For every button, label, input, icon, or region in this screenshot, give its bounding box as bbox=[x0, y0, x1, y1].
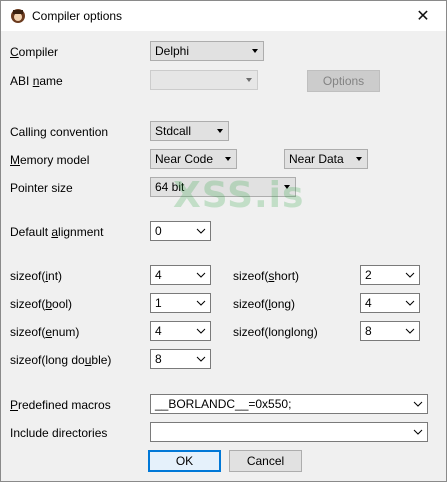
predefined-macros-value: __BORLANDC__=0x550; bbox=[155, 397, 292, 411]
close-button[interactable]: ✕ bbox=[400, 1, 446, 31]
compiler-select[interactable]: Delphi bbox=[150, 41, 264, 61]
sizeof-long-label: sizeof(long) bbox=[233, 297, 296, 311]
memory-model-data-value: Near Data bbox=[289, 152, 344, 166]
calling-convention-select[interactable]: Stdcall bbox=[150, 121, 229, 141]
sizeof-enum-select[interactable]: 4 bbox=[150, 321, 211, 341]
sizeof-longlong-value: 8 bbox=[365, 324, 372, 338]
chevron-down-icon bbox=[405, 300, 415, 306]
sizeof-long-double-select[interactable]: 8 bbox=[150, 349, 211, 369]
chevron-down-icon bbox=[252, 49, 258, 53]
chevron-down-icon bbox=[196, 300, 206, 306]
calling-convention-value: Stdcall bbox=[155, 124, 192, 138]
sizeof-bool-select[interactable]: 1 bbox=[150, 293, 211, 313]
chevron-down-icon bbox=[225, 157, 231, 161]
calling-convention-label: Calling convention bbox=[10, 125, 109, 139]
chevron-down-icon bbox=[217, 129, 223, 133]
abi-name-label: ABI name bbox=[10, 74, 63, 88]
chevron-down-icon bbox=[196, 328, 206, 334]
default-alignment-label: Default alignment bbox=[10, 225, 104, 239]
sizeof-long-value: 4 bbox=[365, 296, 372, 310]
pointer-size-value: 64 bit bbox=[155, 180, 185, 194]
chevron-down-icon bbox=[196, 356, 206, 362]
sizeof-enum-value: 4 bbox=[155, 324, 162, 338]
sizeof-longlong-select[interactable]: 8 bbox=[360, 321, 420, 341]
pointer-size-select[interactable]: 64 bit bbox=[150, 177, 296, 197]
sizeof-int-value: 4 bbox=[155, 268, 162, 282]
chevron-down-icon bbox=[413, 401, 423, 407]
default-alignment-value: 0 bbox=[155, 224, 162, 238]
sizeof-longlong-label: sizeof(longlong) bbox=[233, 325, 318, 339]
sizeof-long-double-value: 8 bbox=[155, 352, 162, 366]
chevron-down-icon bbox=[284, 185, 290, 189]
options-button[interactable]: Options bbox=[307, 70, 380, 92]
include-directories-label: Include directories bbox=[10, 426, 108, 440]
sizeof-bool-value: 1 bbox=[155, 296, 162, 310]
cancel-button[interactable]: Cancel bbox=[229, 450, 302, 472]
pointer-size-label: Pointer size bbox=[10, 181, 73, 195]
memory-model-label: Memory model bbox=[10, 153, 90, 167]
predefined-macros-label: Predefined macros bbox=[10, 398, 111, 412]
chevron-down-icon bbox=[246, 78, 252, 82]
include-directories-combo[interactable] bbox=[150, 422, 428, 442]
compiler-options-dialog: Compiler options ✕ Compiler Delphi ABI n… bbox=[0, 0, 447, 482]
chevron-down-icon bbox=[196, 272, 206, 278]
memory-model-code-value: Near Code bbox=[155, 152, 214, 166]
compiler-value: Delphi bbox=[155, 44, 190, 58]
sizeof-long-double-label: sizeof(long double) bbox=[10, 353, 112, 367]
memory-model-data-select[interactable]: Near Data bbox=[284, 149, 368, 169]
sizeof-long-select[interactable]: 4 bbox=[360, 293, 420, 313]
sizeof-bool-label: sizeof(bool) bbox=[10, 297, 73, 311]
close-icon: ✕ bbox=[416, 8, 430, 25]
title-bar: Compiler options ✕ bbox=[1, 1, 446, 31]
sizeof-short-select[interactable]: 2 bbox=[360, 265, 420, 285]
ok-button[interactable]: OK bbox=[148, 450, 221, 472]
default-alignment-select[interactable]: 0 bbox=[150, 221, 211, 241]
chevron-down-icon bbox=[413, 429, 423, 435]
sizeof-short-value: 2 bbox=[365, 268, 372, 282]
predefined-macros-combo[interactable]: __BORLANDC__=0x550; bbox=[150, 394, 428, 414]
compiler-label: Compiler bbox=[10, 45, 59, 59]
chevron-down-icon bbox=[405, 272, 415, 278]
sizeof-int-select[interactable]: 4 bbox=[150, 265, 211, 285]
memory-model-code-select[interactable]: Near Code bbox=[150, 149, 237, 169]
abi-name-select[interactable] bbox=[150, 70, 258, 90]
chevron-down-icon bbox=[405, 328, 415, 334]
chevron-down-icon bbox=[196, 228, 206, 234]
chevron-down-icon bbox=[356, 157, 362, 161]
sizeof-int-label: sizeof(int) bbox=[10, 269, 63, 283]
app-icon bbox=[11, 9, 25, 23]
window-title: Compiler options bbox=[32, 9, 123, 23]
sizeof-enum-label: sizeof(enum) bbox=[10, 325, 80, 339]
sizeof-short-label: sizeof(short) bbox=[233, 269, 300, 283]
